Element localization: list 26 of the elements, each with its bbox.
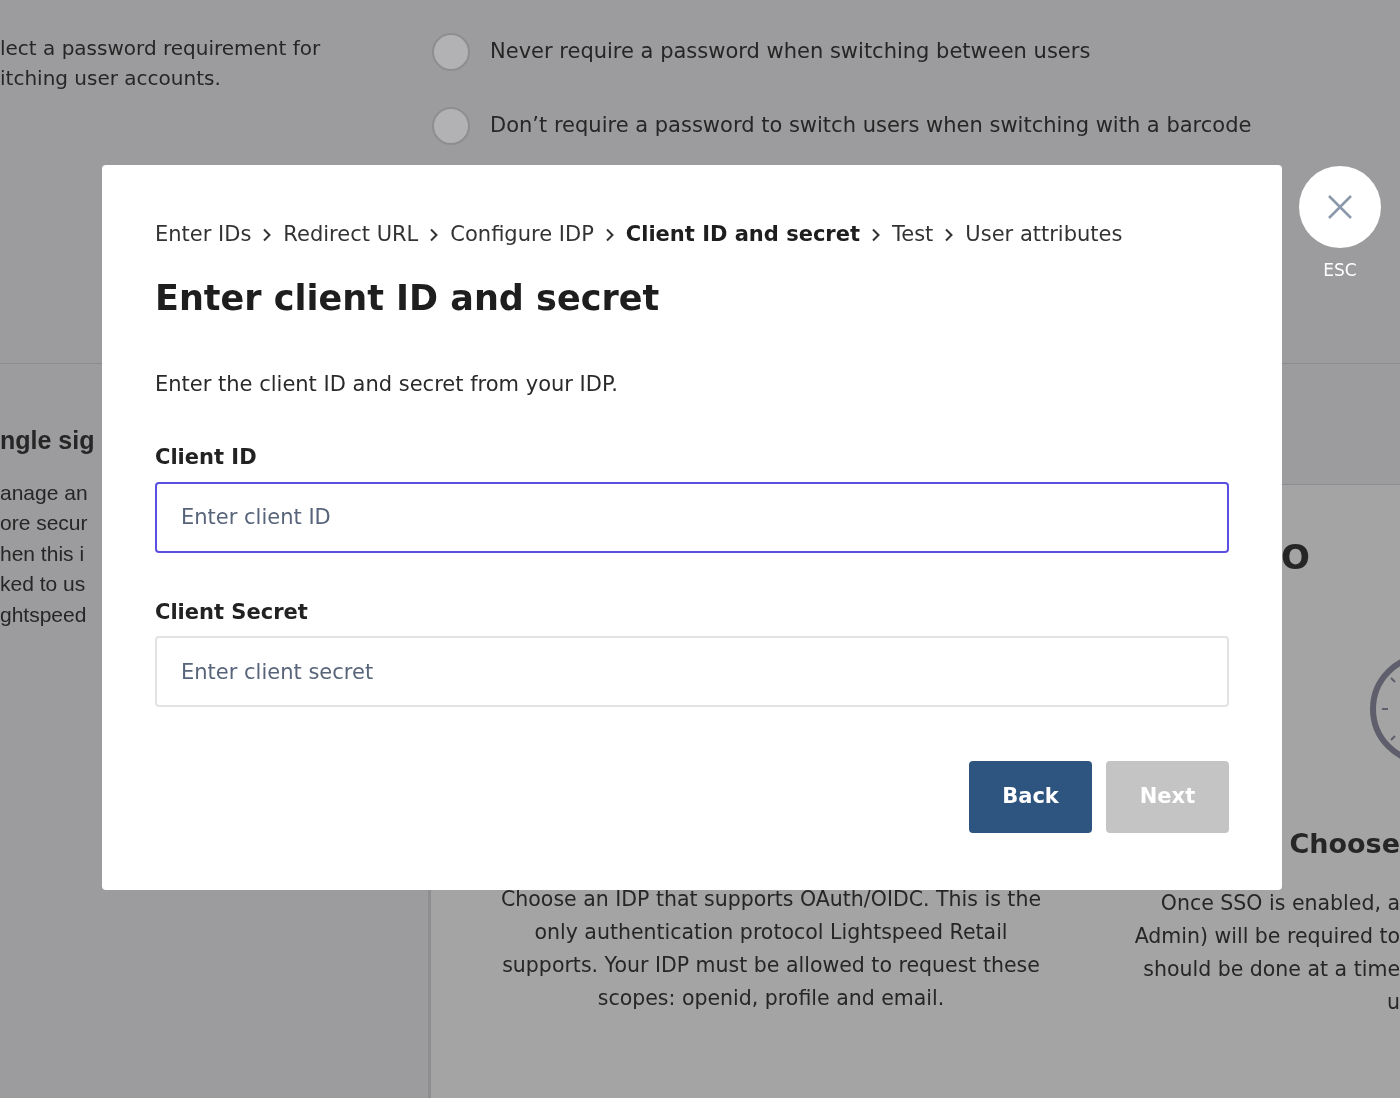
- breadcrumb-item[interactable]: Enter IDs: [155, 219, 252, 251]
- description-text: lect a password requirement for itching user accounts.: [0, 35, 322, 92]
- field-label: Client ID: [155, 444, 258, 471]
- breadcrumb-item[interactable]: Test: [892, 219, 934, 251]
- dialog-title: Enter client ID and secret: [155, 276, 661, 319]
- radio-button[interactable]: [432, 33, 470, 71]
- intro-text: Enter the client ID and secret from your IDP.: [155, 370, 620, 398]
- breadcrumb-item[interactable]: Client ID and secret: [625, 219, 860, 251]
- section-heading: ngle sig: [0, 425, 95, 456]
- esc-label: ESC: [1323, 259, 1357, 282]
- close-icon: [1327, 194, 1353, 220]
- breadcrumb-item[interactable]: Configure IDP: [450, 219, 594, 251]
- card-subheading: Choose: [1289, 830, 1400, 857]
- input-field[interactable]: Enter client ID: [155, 481, 1229, 553]
- field-label: Client Secret: [155, 598, 309, 626]
- idp-description: Choose an IDP that supports OAuth/OIDC. This is the only authentication protocol Lightspeed Retail supports. Your IDP must be allowed to request these scopes: openid, profile and email.: [501, 886, 1041, 1012]
- back-button[interactable]: Back: [969, 761, 1092, 833]
- chevron-right-icon: [870, 227, 882, 242]
- radio-button[interactable]: [432, 107, 470, 145]
- card-heading: O: [1281, 540, 1310, 574]
- section-description: anage an ore secur hen this i ked to us ghtspeed: [0, 479, 88, 628]
- card-description: Once SSO is enabled, a Admin) will be required to should be done at a time u: [1134, 890, 1400, 1016]
- breadcrumb-item[interactable]: User attributes: [965, 219, 1123, 251]
- radio-label: Never require a password when switching between users: [490, 38, 1091, 66]
- breadcrumb-item[interactable]: Redirect URL: [283, 219, 419, 251]
- radio-label: Don’t require a password to switch users when switching with a barcode: [490, 112, 1252, 140]
